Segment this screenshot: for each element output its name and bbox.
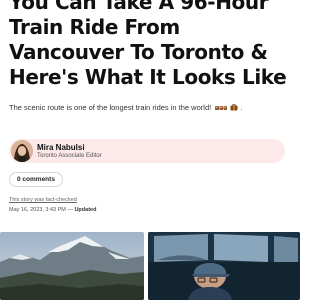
author-title: Toronto Associate Editor — [37, 153, 102, 159]
photo-gallery — [0, 232, 300, 300]
snowy-mountain-image — [0, 232, 144, 300]
article-headline: You Can Take A 96-Hour Train Ride From V… — [9, 0, 287, 89]
comments-button[interactable]: 0 comments — [9, 172, 63, 187]
updated-label: Updated — [74, 207, 97, 213]
article: You Can Take A 96-Hour Train Ride From V… — [0, 0, 300, 300]
article-dateline: May 16, 2023, 3:43 PM — Updated — [9, 207, 96, 213]
date-separator: — — [67, 207, 73, 213]
person-train-dome-car-photo[interactable] — [148, 232, 300, 300]
author-card[interactable]: Mira Nabulsi Toronto Associate Editor — [9, 139, 285, 163]
avatar-photo — [11, 140, 33, 162]
author-avatar[interactable] — [11, 140, 33, 162]
publish-date: May 16, 2023, 3:43 PM — [9, 207, 66, 213]
article-subtitle: The scenic route is one of the longest t… — [9, 103, 294, 113]
fact-check-link[interactable]: This story was fact-checked — [9, 197, 77, 203]
subtitle-text: The scenic route is one of the longest t… — [9, 103, 212, 112]
person-train-dome-image — [148, 232, 300, 300]
author-name[interactable]: Mira Nabulsi — [37, 143, 85, 152]
subtitle-period: . — [240, 103, 243, 112]
snowy-mountain-photo[interactable] — [0, 232, 144, 300]
suitcase-emoji-icon — [230, 104, 238, 111]
train-emoji-icon — [215, 106, 228, 110]
